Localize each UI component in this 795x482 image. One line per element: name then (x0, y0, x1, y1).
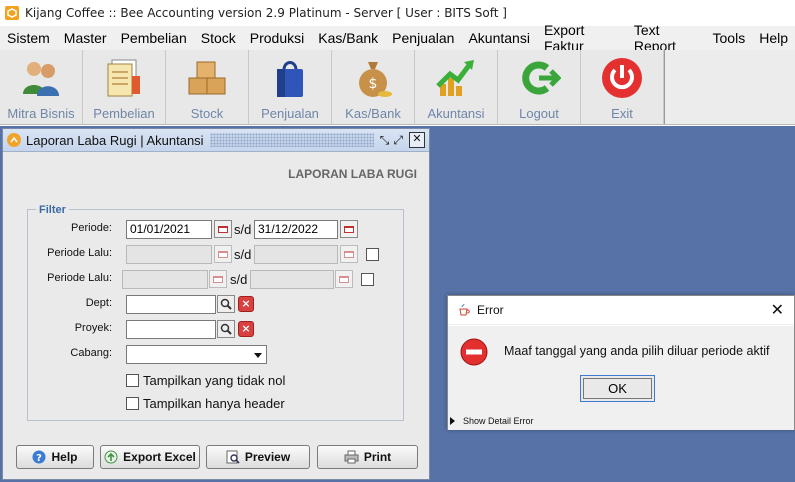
proyek-search-icon[interactable] (217, 320, 235, 338)
periode-lalu-2-from-input (122, 270, 208, 289)
toolbar-pembelian-button[interactable]: Pembelian (83, 50, 166, 125)
periode-lalu-1-checkbox[interactable] (366, 248, 379, 261)
logout-arrow-icon (522, 61, 561, 95)
header-only-checkbox[interactable]: Tampilkan hanya header (126, 396, 285, 411)
printer-icon (344, 450, 359, 464)
periode-lalu-1-to-calendar-icon (340, 245, 358, 263)
filter-group: Filter Periode: 01/01/2021 s/d 31/12/202… (27, 204, 404, 421)
expand-triangle-icon (450, 417, 455, 425)
preview-icon (226, 450, 240, 464)
periode-lalu-2-checkbox[interactable] (361, 273, 374, 286)
java-cup-icon (457, 303, 471, 317)
laporan-laba-rugi-frame: Laporan Laba Rugi | Akuntansi ⤡ ⤢ ✕ LAPO… (2, 128, 430, 480)
cabang-label: Cabang: (70, 347, 112, 359)
people-icon (23, 62, 59, 96)
periode-label: Periode: (71, 222, 112, 234)
frame-collapse-icon[interactable] (7, 133, 21, 147)
periode-lalu-label-2: Periode Lalu: (47, 272, 112, 284)
toolbar-empty-area (664, 50, 795, 124)
periode-lalu-2-sd-label: s/d (230, 272, 248, 287)
dept-clear-icon[interactable]: × (238, 296, 254, 312)
periode-lalu-1-from-input (126, 245, 212, 264)
export-excel-button[interactable]: Export Excel (100, 445, 200, 469)
export-excel-icon (104, 450, 118, 464)
show-detail-error-toggle[interactable]: Show Detail Error (450, 416, 534, 426)
toolbar-logout-button[interactable]: Logout (498, 50, 581, 125)
menu-bar: Sistem Master Pembelian Stock Produksi K… (0, 22, 795, 54)
periode-to-calendar-icon[interactable] (340, 220, 358, 238)
svg-text:$: $ (369, 76, 378, 92)
frame-restore-icon[interactable]: ⤡ (380, 133, 390, 148)
periode-lalu-2-to-calendar-icon (335, 270, 353, 288)
show-nonzero-checkbox-box[interactable] (126, 374, 139, 387)
filter-legend: Filter (36, 204, 69, 216)
error-dialog-close-icon[interactable]: ✕ (771, 300, 784, 320)
app-logo-icon (5, 6, 19, 20)
toolbar-kas-bank-button[interactable]: $ Kas/Bank (332, 50, 415, 125)
report-heading: LAPORAN LABA RUGI (288, 167, 417, 181)
error-stop-icon (460, 338, 488, 366)
help-button[interactable]: ? Help (16, 445, 94, 469)
toolbar-stock-button[interactable]: Stock (166, 50, 249, 125)
frame-titlebar[interactable]: Laporan Laba Rugi | Akuntansi ⤡ ⤢ ✕ (3, 129, 429, 152)
menu-stock[interactable]: Stock (194, 30, 243, 46)
menu-pembelian[interactable]: Pembelian (114, 30, 194, 46)
print-button[interactable]: Print (317, 445, 418, 469)
power-icon (602, 58, 642, 98)
menu-kas-bank[interactable]: Kas/Bank (311, 30, 385, 46)
svg-text:?: ? (37, 453, 43, 464)
menu-sistem[interactable]: Sistem (0, 30, 57, 46)
menu-akuntansi[interactable]: Akuntansi (461, 30, 536, 46)
proyek-label: Proyek: (74, 322, 112, 334)
error-dialog-body: Maaf tanggal yang anda pilih diluar peri… (448, 326, 794, 430)
boxes-icon (188, 61, 226, 95)
periode-from-input[interactable]: 01/01/2021 (126, 220, 212, 239)
money-bag-icon: $ (359, 62, 392, 97)
dept-label: Dept: (85, 297, 112, 309)
frame-maximize-icon[interactable]: ⤢ (393, 133, 403, 148)
error-message: Maaf tanggal yang anda pilih diluar peri… (504, 344, 770, 358)
header-only-label: Tampilkan hanya header (143, 396, 285, 411)
help-icon: ? (32, 450, 46, 464)
toolbar-exit-button[interactable]: Exit (581, 50, 664, 125)
cabang-select[interactable] (126, 345, 267, 364)
frame-title-grip (209, 133, 374, 147)
documents-icon (107, 59, 140, 97)
periode-lalu-2-to-input (250, 270, 334, 289)
header-only-checkbox-box[interactable] (126, 397, 139, 410)
dept-input[interactable] (126, 295, 216, 314)
periode-to-input[interactable]: 31/12/2022 (254, 220, 338, 239)
preview-button[interactable]: Preview (206, 445, 310, 469)
periode-lalu-label-1: Periode Lalu: (47, 247, 112, 259)
periode-lalu-2-from-calendar-icon (209, 270, 227, 288)
periode-lalu-1-from-calendar-icon (214, 245, 232, 263)
periode-lalu-1-to-input (254, 245, 338, 264)
growth-chart-icon (436, 60, 474, 96)
show-nonzero-label: Tampilkan yang tidak nol (143, 373, 286, 388)
menu-master[interactable]: Master (57, 30, 114, 46)
menu-produksi[interactable]: Produksi (243, 30, 311, 46)
show-nonzero-checkbox[interactable]: Tampilkan yang tidak nol (126, 373, 285, 388)
frame-close-icon[interactable]: ✕ (409, 132, 425, 148)
error-dialog-titlebar[interactable]: Error ✕ (448, 296, 794, 325)
proyek-input[interactable] (126, 320, 216, 339)
dept-search-icon[interactable] (217, 295, 235, 313)
periode-from-calendar-icon[interactable] (214, 220, 232, 238)
toolbar-penjualan-button[interactable]: Penjualan (249, 50, 332, 125)
toolbar-mitra-bisnis-button[interactable]: Mitra Bisnis (0, 50, 83, 125)
proyek-clear-icon[interactable]: × (238, 321, 254, 337)
ok-button[interactable]: OK (580, 375, 655, 402)
error-dialog: Error ✕ Maaf tanggal yang anda pilih dil… (447, 295, 795, 430)
menu-penjualan[interactable]: Penjualan (385, 30, 461, 46)
window-title: Kijang Coffee :: Bee Accounting version … (25, 6, 507, 20)
toolbar-akuntansi-button[interactable]: Akuntansi (415, 50, 498, 125)
periode-lalu-1-sd-label: s/d (234, 247, 252, 262)
periode-sd-label: s/d (234, 222, 252, 237)
menu-tools[interactable]: Tools (706, 30, 753, 46)
frame-title: Laporan Laba Rugi | Akuntansi (26, 132, 204, 148)
menu-help[interactable]: Help (752, 30, 795, 46)
main-toolbar: Mitra Bisnis Pembelian Stock Penjualan $… (0, 50, 795, 125)
shopping-bag-icon (277, 61, 303, 97)
error-dialog-title: Error (477, 303, 504, 317)
